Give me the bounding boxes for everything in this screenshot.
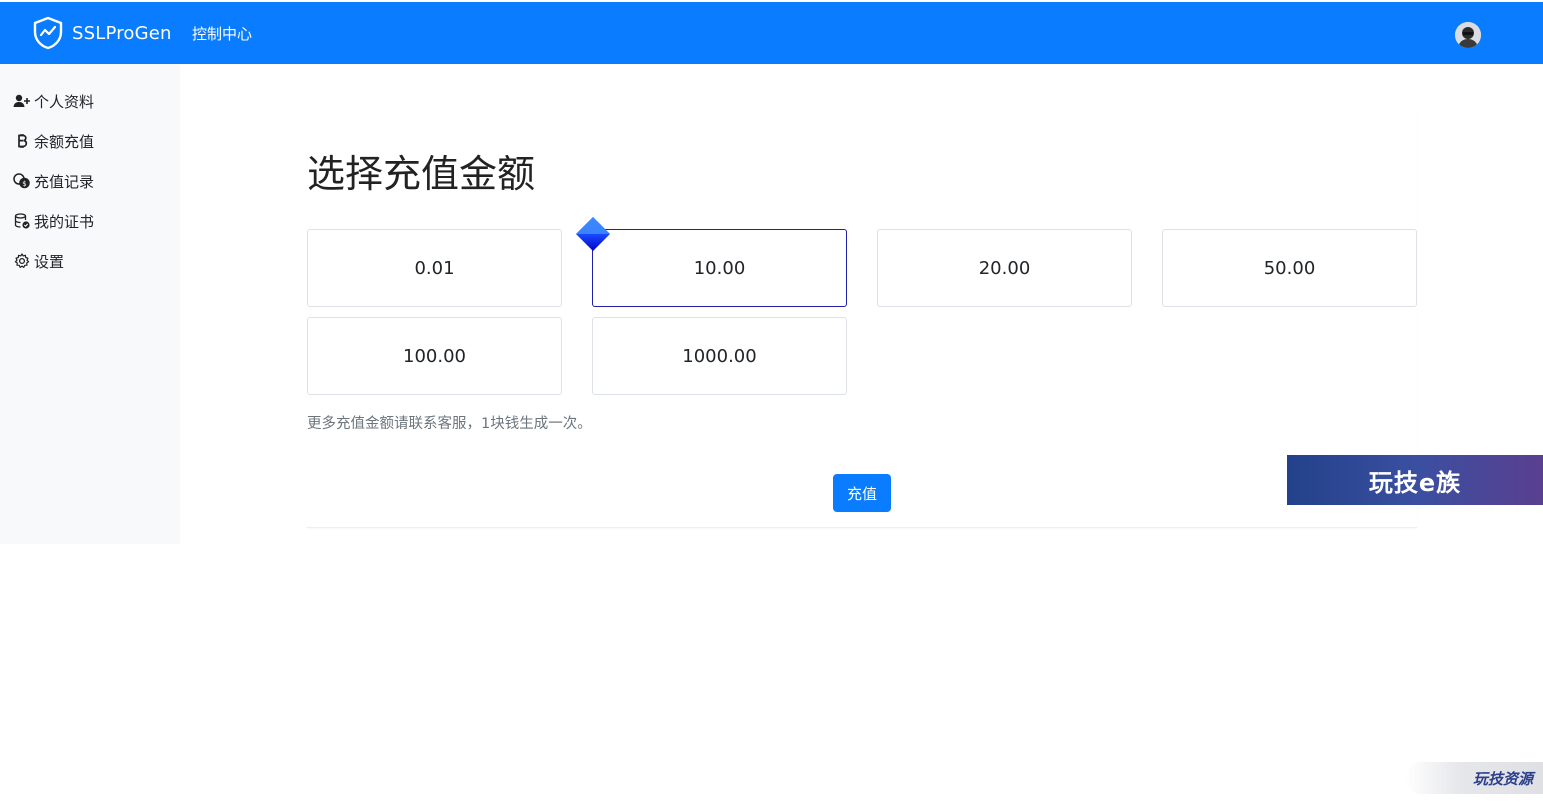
- app-root: SSLProGen 控制中心 个人资料 余额充值 $ 充值记录 我的证书 设置 …: [0, 0, 1543, 809]
- database-check-icon: [12, 213, 32, 229]
- amount-option[interactable]: 1000.00: [592, 317, 847, 395]
- amount-option[interactable]: 0.01: [307, 229, 562, 307]
- brand[interactable]: SSLProGen: [32, 16, 172, 50]
- svg-text:$: $: [22, 180, 26, 188]
- sidebar-item-recharge[interactable]: 余额充值: [12, 130, 94, 152]
- amount-option[interactable]: 50.00: [1162, 229, 1417, 307]
- sidebar-item-certificates[interactable]: 我的证书: [12, 210, 94, 232]
- recharge-button[interactable]: 充值: [833, 474, 891, 512]
- gear-icon: [12, 253, 32, 269]
- amount-option-selected[interactable]: 10.00: [592, 229, 847, 307]
- sidebar-item-history[interactable]: $ 充值记录: [12, 170, 94, 192]
- amount-option[interactable]: 100.00: [307, 317, 562, 395]
- amount-option[interactable]: 20.00: [877, 229, 1132, 307]
- user-plus-icon: [12, 93, 32, 109]
- user-avatar[interactable]: [1455, 22, 1481, 48]
- top-navbar: SSLProGen 控制中心: [0, 2, 1543, 64]
- shield-icon: [33, 16, 63, 50]
- page-title: 选择充值金额: [307, 152, 536, 196]
- nav-link-console[interactable]: 控制中心: [192, 23, 252, 44]
- sidebar: 个人资料 余额充值 $ 充值记录 我的证书 设置: [0, 64, 180, 544]
- sidebar-item-profile[interactable]: 个人资料: [12, 90, 94, 112]
- coins-icon: $: [12, 173, 32, 189]
- watermark-corner: 玩技资源: [1405, 762, 1543, 794]
- recharge-hint: 更多充值金额请联系客服，1块钱生成一次。: [307, 416, 592, 432]
- sidebar-item-label: 我的证书: [34, 212, 95, 231]
- sidebar-item-label: 充值记录: [34, 172, 95, 191]
- watermark-banner: 玩技e族: [1287, 455, 1543, 505]
- sidebar-item-label: 余额充值: [34, 132, 95, 151]
- sidebar-item-label: 个人资料: [34, 92, 95, 111]
- brand-name: SSLProGen: [72, 22, 172, 44]
- sidebar-item-label: 设置: [34, 252, 65, 271]
- diamond-selected-icon: [576, 217, 610, 251]
- recharge-card: 选择充值金额 0.01 10.00 20.00 50.00 100.00 100…: [307, 110, 1417, 528]
- bitcoin-icon: [12, 133, 32, 149]
- sidebar-item-settings[interactable]: 设置: [12, 250, 64, 272]
